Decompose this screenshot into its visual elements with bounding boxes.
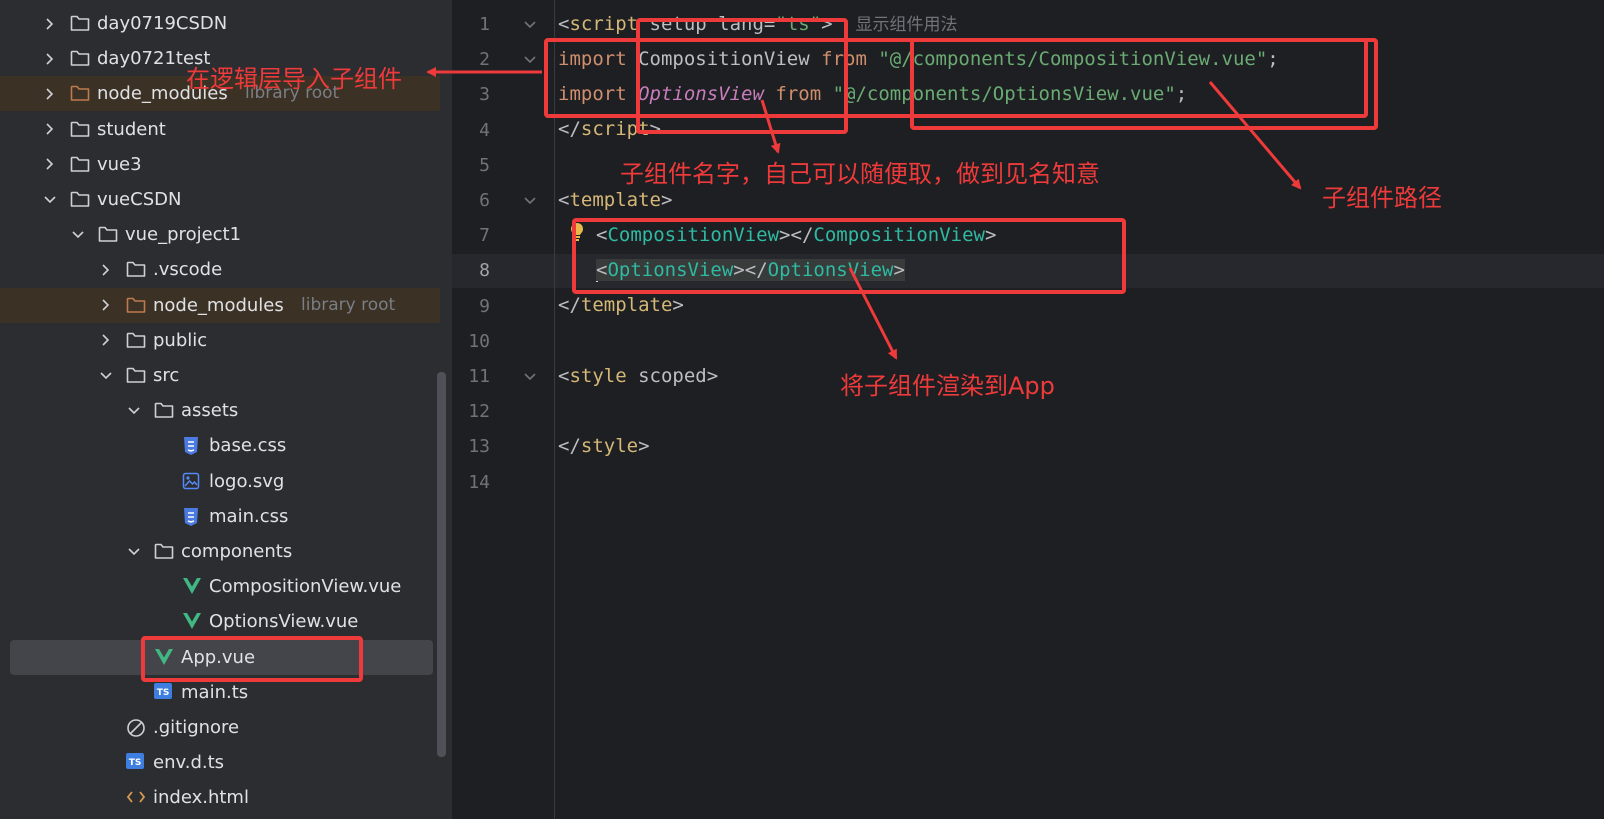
arrow-render-note: [848, 267, 898, 360]
arrow-name-note: [760, 99, 781, 154]
annotation-arrows: [426, 67, 1302, 360]
arrow-path-note: [1208, 81, 1302, 190]
